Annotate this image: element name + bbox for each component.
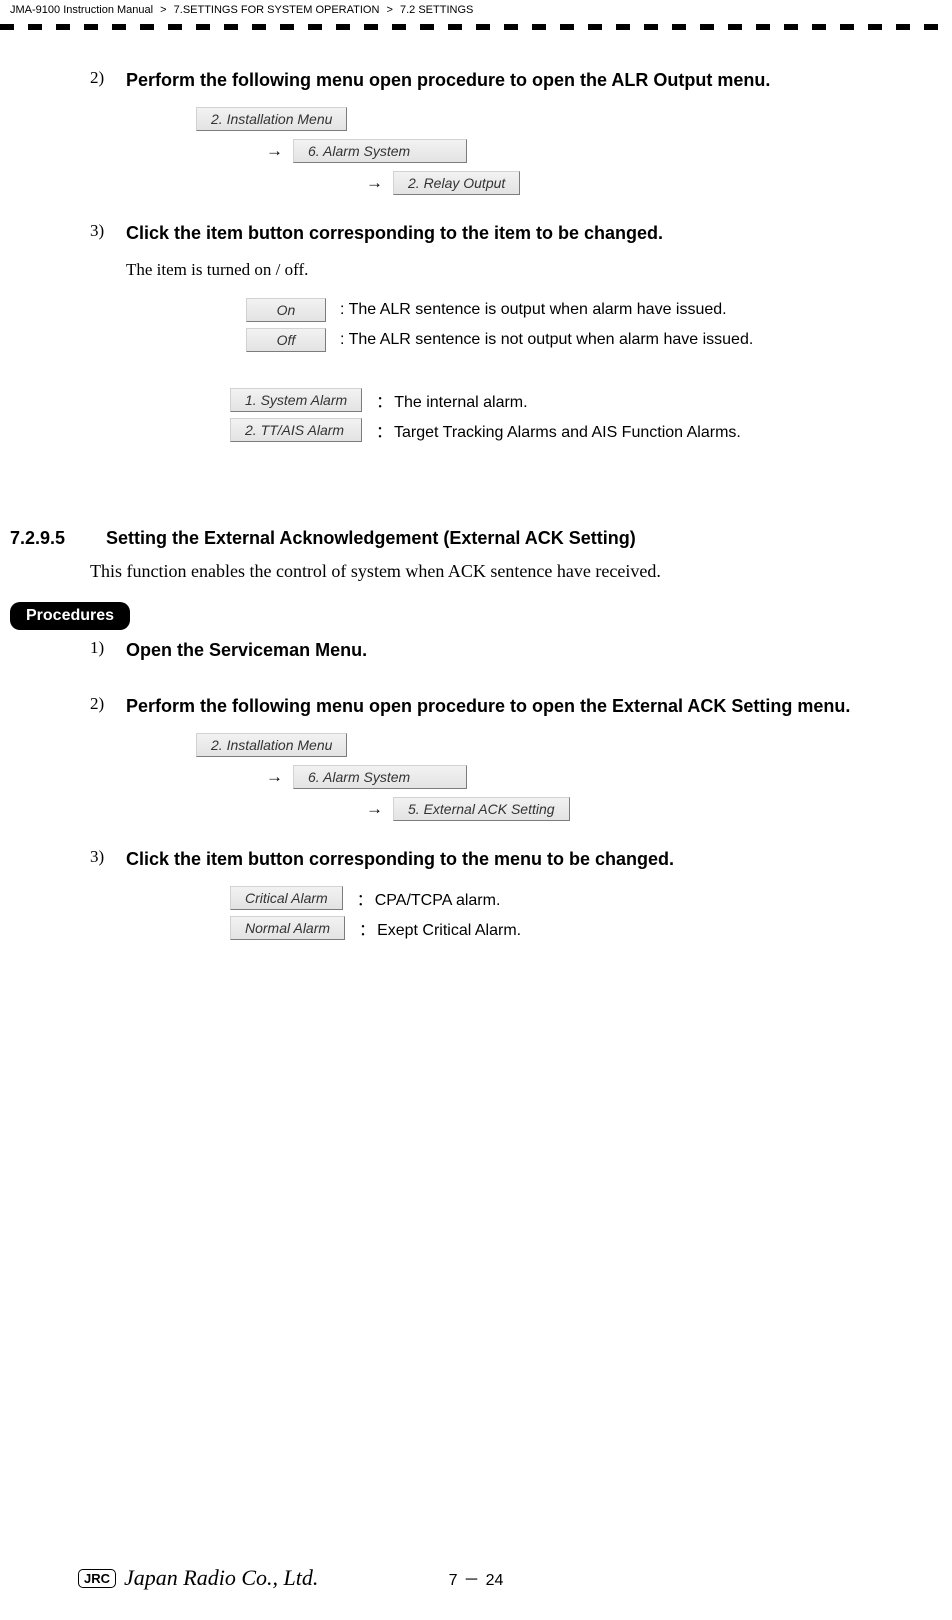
- breadcrumb-sep: >: [386, 4, 392, 16]
- procedure-step-3: 3) Click the item button corresponding t…: [90, 845, 932, 990]
- off-description: : The ALR sentence is not output when al…: [340, 331, 753, 349]
- step-number: 3): [90, 845, 126, 990]
- arrow-icon: →: [366, 799, 383, 819]
- on-button[interactable]: On: [246, 298, 326, 322]
- page-number: 7－24: [449, 1566, 504, 1590]
- critical-alarm-button[interactable]: Critical Alarm: [230, 886, 343, 910]
- footer-logo: JRC Japan Radio Co., Ltd.: [78, 1565, 318, 1591]
- procedures-label: Procedures: [10, 602, 130, 630]
- section-heading: 7.2.9.5 Setting the External Acknowledge…: [0, 528, 932, 549]
- step-title: Perform the following menu open procedur…: [126, 692, 932, 721]
- section-number: 7.2.9.5: [10, 528, 106, 549]
- menu-installation-button[interactable]: 2. Installation Menu: [196, 107, 347, 131]
- jrc-badge: JRC: [78, 1569, 116, 1588]
- menu-installation-button[interactable]: 2. Installation Menu: [196, 733, 347, 757]
- footer: JRC Japan Radio Co., Ltd. 7－24: [0, 1566, 952, 1590]
- arrow-icon: →: [266, 141, 283, 161]
- normal-alarm-button[interactable]: Normal Alarm: [230, 916, 345, 940]
- ttais-alarm-button[interactable]: 2. TT/AIS Alarm: [230, 418, 362, 442]
- critical-alarm-description: ：CPA/TCPA alarm.: [357, 886, 501, 910]
- section-description: This function enables the control of sys…: [90, 561, 932, 582]
- step-title: Click the item button corresponding to t…: [126, 219, 932, 248]
- procedure-step-1: 1) Open the Serviceman Menu.: [90, 636, 932, 677]
- dashed-divider: [0, 24, 952, 30]
- breadcrumb-manual: JMA-9100 Instruction Manual: [10, 4, 153, 16]
- step-number: 2): [90, 66, 126, 203]
- system-alarm-description: ：The internal alarm.: [376, 388, 527, 412]
- step-number: 3): [90, 219, 126, 492]
- ttais-alarm-description: ：Target Tracking Alarms and AIS Function…: [376, 418, 741, 442]
- company-name: Japan Radio Co., Ltd.: [124, 1565, 318, 1591]
- step-title: Open the Serviceman Menu.: [126, 636, 932, 665]
- step-number: 1): [90, 636, 126, 677]
- step-3: 3) Click the item button corresponding t…: [90, 219, 932, 492]
- menu-alarm-system-button[interactable]: 6. Alarm System: [293, 765, 467, 789]
- normal-alarm-description: ：Exept Critical Alarm.: [359, 916, 521, 940]
- breadcrumb: JMA-9100 Instruction Manual > 7.SETTINGS…: [0, 0, 952, 18]
- system-alarm-button[interactable]: 1. System Alarm: [230, 388, 362, 412]
- breadcrumb-section: 7.2 SETTINGS: [400, 4, 473, 16]
- menu-alarm-system-button[interactable]: 6. Alarm System: [293, 139, 467, 163]
- step-title: Click the item button corresponding to t…: [126, 845, 932, 874]
- section-title: Setting the External Acknowledgement (Ex…: [106, 528, 636, 549]
- arrow-icon: →: [266, 767, 283, 787]
- step-note: The item is turned on / off.: [126, 260, 932, 280]
- off-button[interactable]: Off: [246, 328, 326, 352]
- menu-relay-output-button[interactable]: 2. Relay Output: [393, 171, 520, 195]
- step-2: 2) Perform the following menu open proce…: [90, 66, 932, 203]
- procedure-step-2: 2) Perform the following menu open proce…: [90, 692, 932, 829]
- on-description: : The ALR sentence is output when alarm …: [340, 301, 727, 319]
- step-number: 2): [90, 692, 126, 829]
- menu-external-ack-button[interactable]: 5. External ACK Setting: [393, 797, 570, 821]
- step-title: Perform the following menu open procedur…: [126, 66, 932, 95]
- breadcrumb-sep: >: [160, 4, 166, 16]
- arrow-icon: →: [366, 173, 383, 193]
- breadcrumb-chapter: 7.SETTINGS FOR SYSTEM OPERATION: [174, 4, 380, 16]
